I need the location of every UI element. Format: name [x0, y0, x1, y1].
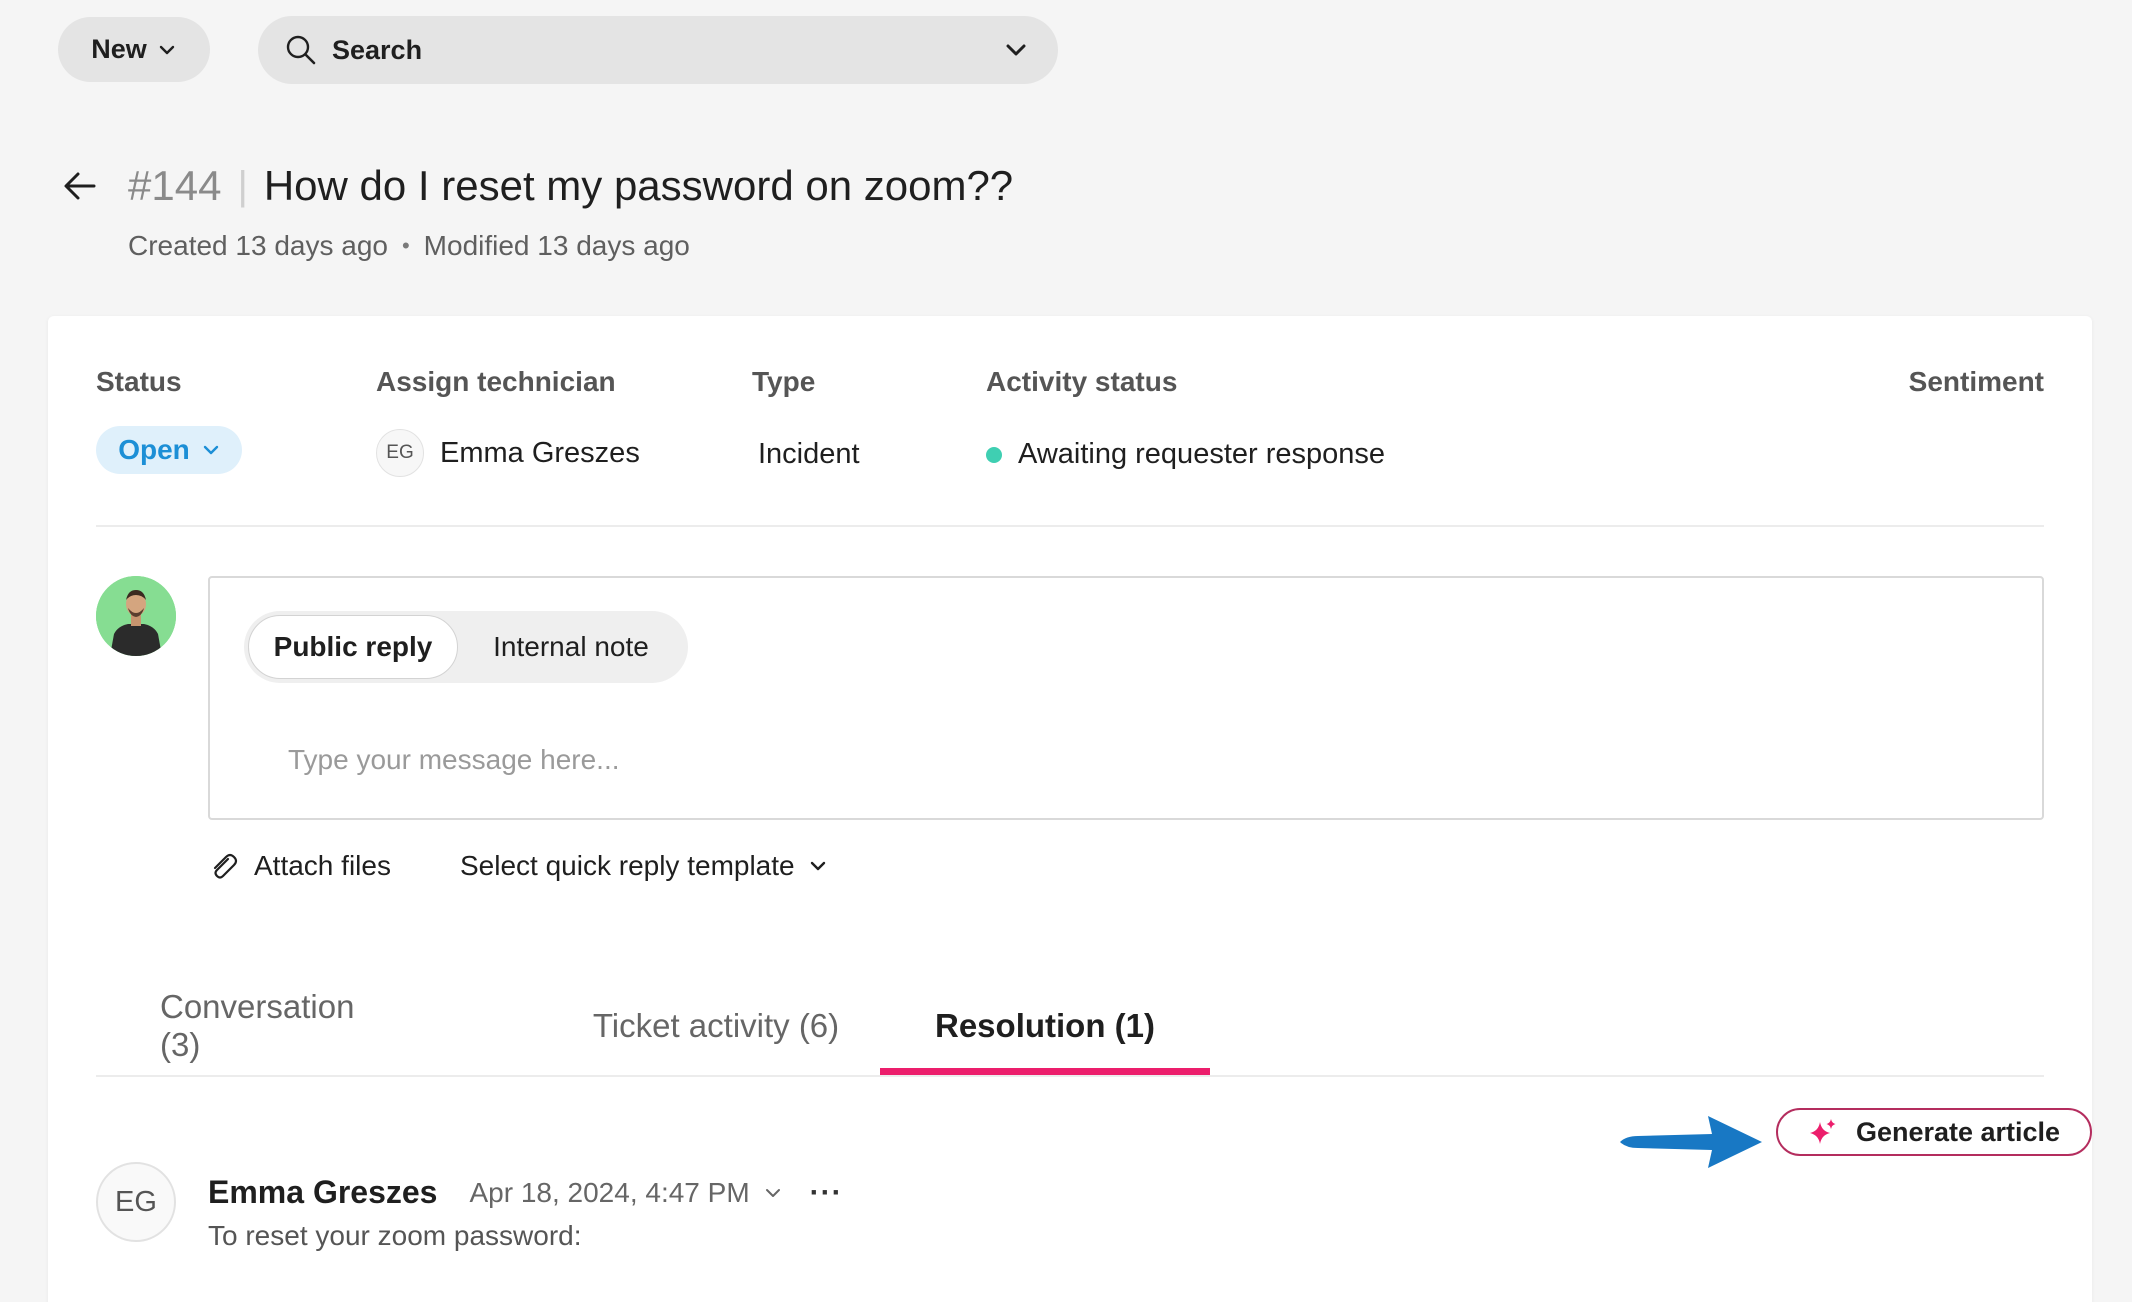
activity-status-value: Awaiting requester response [1018, 438, 1386, 470]
chevron-down-icon [159, 45, 174, 54]
reply-composer: Public reply Internal note [208, 576, 2044, 820]
sentiment-label: Sentiment [1908, 366, 2044, 397]
new-button[interactable]: New [58, 17, 210, 82]
ticket-id: #144 [128, 162, 222, 209]
technician-selector[interactable]: EG Emma Greszes [376, 429, 640, 477]
ticket-meta: Created 13 days ago • Modified 13 days a… [128, 230, 690, 262]
top-bar: New [0, 0, 2132, 100]
generate-article-label: Generate article [1855, 1116, 2061, 1147]
ticket-tabs: Conversation (3) Ticket activity (6) Res… [96, 976, 2044, 1078]
entry-body: To reset your zoom password: [208, 1220, 582, 1251]
technician-label: Assign technician [376, 366, 616, 397]
modified-text: Modified 13 days ago [423, 230, 690, 261]
chevron-down-icon [765, 1188, 780, 1197]
quick-reply-template-label: Select quick reply template [460, 850, 795, 881]
public-reply-tab[interactable]: Public reply [248, 615, 458, 679]
back-arrow-icon[interactable] [60, 166, 100, 206]
activity-status-dot [986, 446, 1002, 463]
ticket-card: Status Assign technician Type Activity s… [48, 316, 2092, 1302]
type-label: Type [752, 366, 816, 397]
new-button-label: New [91, 34, 147, 64]
entry-timestamp: Apr 18, 2024, 4:47 PM [469, 1176, 750, 1208]
activity-status-label: Activity status [986, 366, 1178, 397]
divider [96, 1075, 2044, 1077]
avatar [96, 576, 176, 656]
technician-name: Emma Greszes [440, 436, 640, 469]
avatar: EG [96, 1162, 176, 1242]
search-icon [286, 35, 316, 65]
chevron-down-icon [203, 445, 218, 455]
activity-status[interactable]: Awaiting requester response [986, 438, 1385, 471]
entry-timestamp-dropdown[interactable]: Apr 18, 2024, 4:47 PM [469, 1177, 781, 1209]
tab-ticket-activity[interactable]: Ticket activity (6) [571, 976, 861, 1076]
divider [96, 525, 2044, 527]
annotation-arrow-icon [1620, 1116, 1762, 1168]
chevron-down-icon[interactable] [1002, 36, 1030, 64]
active-tab-indicator [880, 1068, 1210, 1075]
search-input[interactable] [332, 34, 1002, 66]
internal-note-tab[interactable]: Internal note [458, 615, 684, 679]
resolution-entry-header: Emma Greszes Apr 18, 2024, 4:47 PM ··· [208, 1174, 843, 1211]
status-dropdown[interactable]: Open [96, 426, 242, 474]
title-separator: | [237, 163, 248, 208]
paperclip-icon [213, 853, 238, 879]
ticket-title: How do I reset my password on zoom?? [263, 162, 1014, 209]
generate-article-button[interactable]: Generate article [1776, 1108, 2092, 1156]
created-text: Created 13 days ago [128, 230, 388, 261]
search-bar[interactable] [258, 16, 1058, 84]
entry-author: Emma Greszes [208, 1174, 438, 1210]
page-title: #144 | How do I reset my password on zoo… [128, 156, 1013, 216]
chevron-down-icon [810, 861, 825, 871]
reply-mode-toggle: Public reply Internal note [244, 611, 688, 683]
meta-separator: • [401, 233, 410, 258]
message-input[interactable] [288, 738, 1988, 782]
more-options-icon[interactable]: ··· [810, 1176, 843, 1210]
tab-resolution[interactable]: Resolution (1) [880, 976, 1210, 1076]
attach-files-label: Attach files [254, 850, 391, 881]
status-value: Open [118, 434, 190, 465]
technician-avatar: EG [376, 429, 424, 477]
status-label: Status [96, 366, 182, 397]
user-photo-icon [96, 576, 176, 656]
type-value[interactable]: Incident [758, 438, 860, 471]
tab-conversation[interactable]: Conversation (3) [160, 976, 392, 1076]
attach-files-button[interactable]: Attach files [208, 850, 391, 882]
quick-reply-template-dropdown[interactable]: Select quick reply template [460, 850, 827, 882]
sparkle-icon [1809, 1119, 1836, 1144]
